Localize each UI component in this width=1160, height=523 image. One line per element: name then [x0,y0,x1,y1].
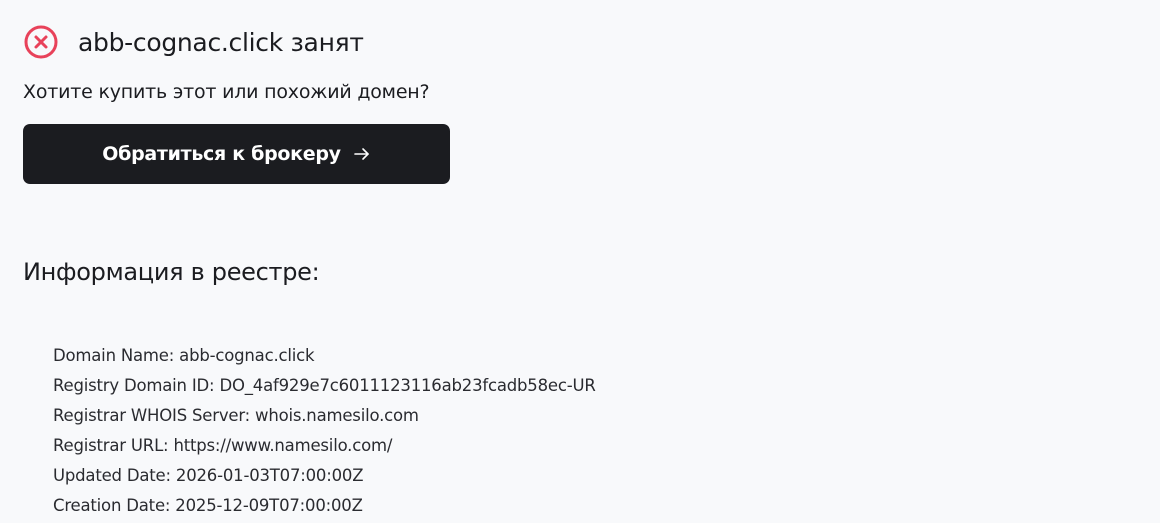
whois-registrar-server: Registrar WHOIS Server: whois.namesilo.c… [53,406,419,425]
domain-status-title: abb-cognac.click занят [78,27,364,57]
buy-domain-prompt: Хотите купить этот или похожий домен? [23,81,430,103]
whois-registry-domain-id: Registry Domain ID: DO_4af929e7c60111231… [53,376,596,395]
contact-broker-button[interactable]: Обратиться к брокеру [23,124,450,184]
domain-status-page: abb-cognac.click занят Хотите купить это… [0,0,1160,523]
arrow-right-icon [353,145,371,163]
x-circle-icon [23,24,59,60]
domain-status-header: abb-cognac.click занят [23,23,364,61]
whois-updated-date: Updated Date: 2026-01-03T07:00:00Z [53,466,364,485]
contact-broker-label: Обратиться к брокеру [102,143,341,165]
registry-info-heading: Информация в реестре: [23,258,320,286]
whois-creation-date: Creation Date: 2025-12-09T07:00:00Z [53,496,363,515]
whois-registrar-url: Registrar URL: https://www.namesilo.com/ [53,436,393,455]
whois-record-list: Domain Name: abb-cognac.click Registry D… [53,341,596,521]
whois-domain-name: Domain Name: abb-cognac.click [53,346,315,365]
